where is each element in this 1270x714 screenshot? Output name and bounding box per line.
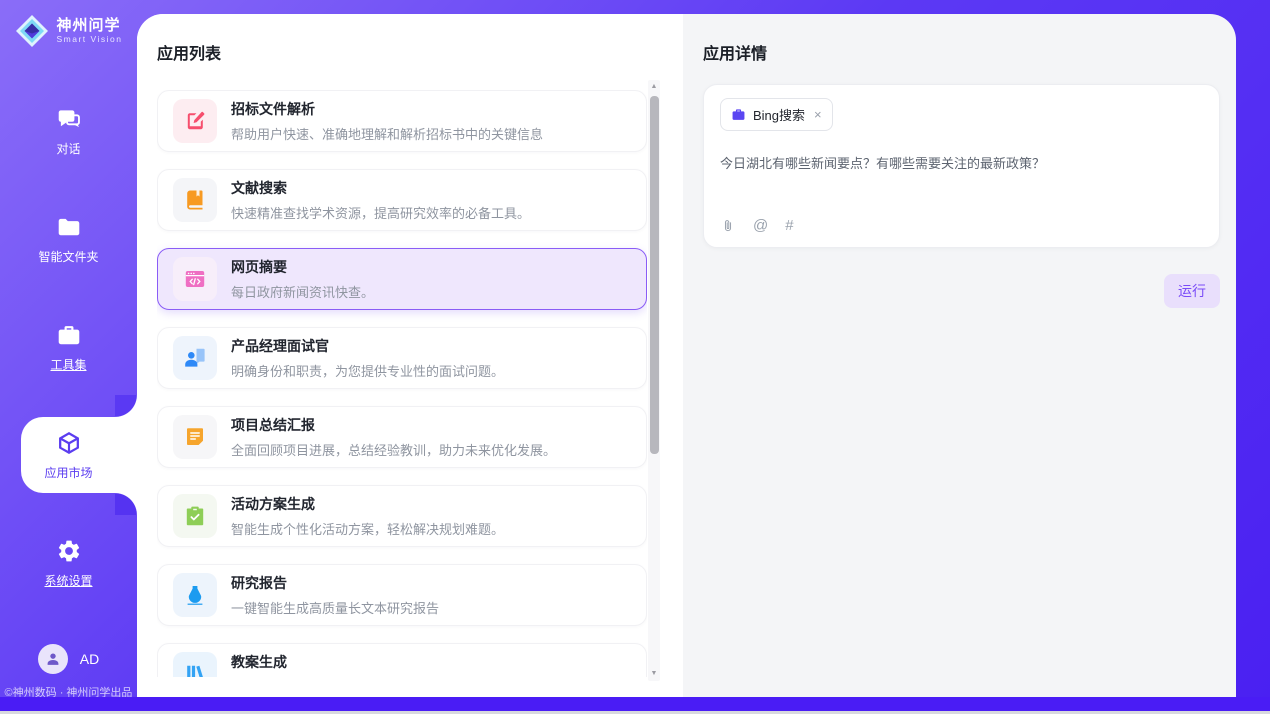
- hash-icon[interactable]: #: [785, 218, 793, 234]
- paperclip-icon[interactable]: [720, 218, 736, 234]
- app-card-title: 项目总结汇报: [231, 415, 556, 435]
- toolbox-icon: [56, 322, 82, 348]
- prompt-card: Bing搜索 × 今日湖北有哪些新闻要点？有哪些需要关注的最新政策？ @ #: [703, 84, 1220, 248]
- gear-icon: [56, 538, 82, 564]
- sidebar-item-label: 系统设置: [44, 572, 92, 589]
- app-card-description: 全面回顾项目进展，总结经验教训，助力未来优化发展。: [231, 440, 556, 459]
- app-card-text: 产品经理面试官明确身份和职责，为您提供专业性的面试问题。: [231, 336, 504, 380]
- app-list: 招标文件解析帮助用户快速、准确地理解和解析招标书中的关键信息文献搜索快速精准查找…: [157, 90, 647, 677]
- logo-diamond-icon: [14, 13, 50, 49]
- app-card-text: 活动方案生成智能生成个性化活动方案，轻松解决规划难题。: [231, 494, 504, 538]
- briefcase-icon: [731, 107, 746, 122]
- chat-icon: [56, 106, 82, 132]
- logo-text: 神州问学 Smart Vision: [56, 17, 122, 44]
- app-card-text: 招标文件解析帮助用户快速、准确地理解和解析招标书中的关键信息: [231, 99, 543, 143]
- interviewer-icon: [173, 336, 217, 380]
- app-card-text: 教案生成模板驱动，教案秒成，教学准备从此轻松快捷: [231, 652, 491, 677]
- bottom-accent-bar: [0, 697, 1270, 711]
- sidebar-nav: 对话智能文件夹工具集应用市场系统设置: [0, 93, 137, 633]
- note-icon: [173, 415, 217, 459]
- app-card-literature-search[interactable]: 文献搜索快速精准查找学术资源，提高研究效率的必备工具。: [157, 169, 647, 231]
- book-icon: [173, 178, 217, 222]
- run-button[interactable]: 运行: [1164, 274, 1220, 308]
- logo-title: 神州问学: [56, 17, 122, 34]
- app-card-description: 每日政府新闻资讯快查。: [231, 282, 374, 301]
- logo-subtitle: Smart Vision: [56, 35, 122, 45]
- app-card-description: 智能生成个性化活动方案，轻松解决规划难题。: [231, 519, 504, 538]
- scroll-up-icon[interactable]: ▲: [648, 81, 660, 93]
- app-card-project-summary[interactable]: 项目总结汇报全面回顾项目进展，总结经验教训，助力未来优化发展。: [157, 406, 647, 468]
- books-icon: [173, 652, 217, 677]
- sidebar-item-toolset[interactable]: 工具集: [0, 309, 137, 385]
- sidebar-item-label: 对话: [56, 140, 80, 157]
- app-card-text: 文献搜索快速精准查找学术资源，提高研究效率的必备工具。: [231, 178, 530, 222]
- app-card-text: 项目总结汇报全面回顾项目进展，总结经验教训，助力未来优化发展。: [231, 415, 556, 459]
- edit-square-icon: [173, 99, 217, 143]
- clipboard-check-icon: [173, 494, 217, 538]
- sidebar-item-label: 应用市场: [44, 464, 92, 481]
- app-window: 神州问学 Smart Vision 对话智能文件夹工具集应用市场系统设置 AD …: [0, 0, 1270, 714]
- folder-icon: [56, 214, 82, 240]
- app-detail-title: 应用详情: [703, 40, 1220, 64]
- app-card-lesson-plan[interactable]: 教案生成模板驱动，教案秒成，教学准备从此轻松快捷: [157, 643, 647, 677]
- app-card-text: 研究报告一键智能生成高质量长文本研究报告: [231, 573, 439, 617]
- sidebar-item-app-market[interactable]: 应用市场: [0, 417, 137, 493]
- tool-chip-label: Bing搜索: [753, 105, 805, 124]
- app-card-title: 活动方案生成: [231, 494, 504, 514]
- cube-icon: [56, 430, 82, 456]
- app-card-title: 产品经理面试官: [231, 336, 504, 356]
- app-card-description: 明确身份和职责，为您提供专业性的面试问题。: [231, 361, 504, 380]
- run-row: 运行: [703, 274, 1220, 308]
- app-card-title: 研究报告: [231, 573, 439, 593]
- app-card-web-summary[interactable]: 网页摘要每日政府新闻资讯快查。: [157, 248, 647, 310]
- scrollbar[interactable]: ▲ ▼: [648, 80, 660, 681]
- app-list-panel: 应用列表 招标文件解析帮助用户快速、准确地理解和解析招标书中的关键信息文献搜索快…: [137, 14, 683, 697]
- app-detail-panel: 应用详情 Bing搜索 × 今日湖北有哪些新闻要点？有哪些需要关注的最新政策？ …: [683, 14, 1236, 697]
- content-area: 应用列表 招标文件解析帮助用户快速、准确地理解和解析招标书中的关键信息文献搜索快…: [137, 14, 1236, 697]
- app-card-title: 网页摘要: [231, 257, 374, 277]
- sidebar-item-chat[interactable]: 对话: [0, 93, 137, 169]
- app-card-description: 帮助用户快速、准确地理解和解析招标书中的关键信息: [231, 124, 543, 143]
- user-avatar-icon: [38, 644, 68, 674]
- query-text-input[interactable]: 今日湖北有哪些新闻要点？有哪些需要关注的最新政策？: [720, 153, 1203, 172]
- sidebar: 神州问学 Smart Vision 对话智能文件夹工具集应用市场系统设置 AD …: [0, 0, 137, 714]
- app-card-title: 教案生成: [231, 652, 491, 672]
- sidebar-item-label: 工具集: [50, 356, 86, 373]
- app-card-title: 文献搜索: [231, 178, 530, 198]
- tool-chip-bing-search[interactable]: Bing搜索 ×: [720, 98, 833, 131]
- sidebar-item-settings[interactable]: 系统设置: [0, 525, 137, 601]
- sidebar-item-smart-folder[interactable]: 智能文件夹: [0, 201, 137, 277]
- user-initials: AD: [80, 651, 99, 667]
- app-logo: 神州问学 Smart Vision: [14, 13, 122, 49]
- attachment-toolbar: @ #: [720, 218, 794, 234]
- app-card-bid-analysis[interactable]: 招标文件解析帮助用户快速、准确地理解和解析招标书中的关键信息: [157, 90, 647, 152]
- app-card-text: 网页摘要每日政府新闻资讯快查。: [231, 257, 374, 301]
- app-card-description: 快速精准查找学术资源，提高研究效率的必备工具。: [231, 203, 530, 222]
- user-profile[interactable]: AD: [38, 644, 99, 674]
- app-card-pm-interviewer[interactable]: 产品经理面试官明确身份和职责，为您提供专业性的面试问题。: [157, 327, 647, 389]
- app-card-research-report[interactable]: 研究报告一键智能生成高质量长文本研究报告: [157, 564, 647, 626]
- at-icon[interactable]: @: [753, 218, 768, 234]
- browser-code-icon: [173, 257, 217, 301]
- sidebar-item-label: 智能文件夹: [38, 248, 98, 265]
- app-list-title: 应用列表: [157, 40, 683, 64]
- close-icon[interactable]: ×: [814, 107, 822, 122]
- app-card-description: 一键智能生成高质量长文本研究报告: [231, 598, 439, 617]
- scroll-down-icon[interactable]: ▼: [648, 668, 660, 680]
- app-card-title: 招标文件解析: [231, 99, 543, 119]
- scrollbar-thumb[interactable]: [650, 96, 659, 454]
- ink-pen-icon: [173, 573, 217, 617]
- app-card-activity-plan[interactable]: 活动方案生成智能生成个性化活动方案，轻松解决规划难题。: [157, 485, 647, 547]
